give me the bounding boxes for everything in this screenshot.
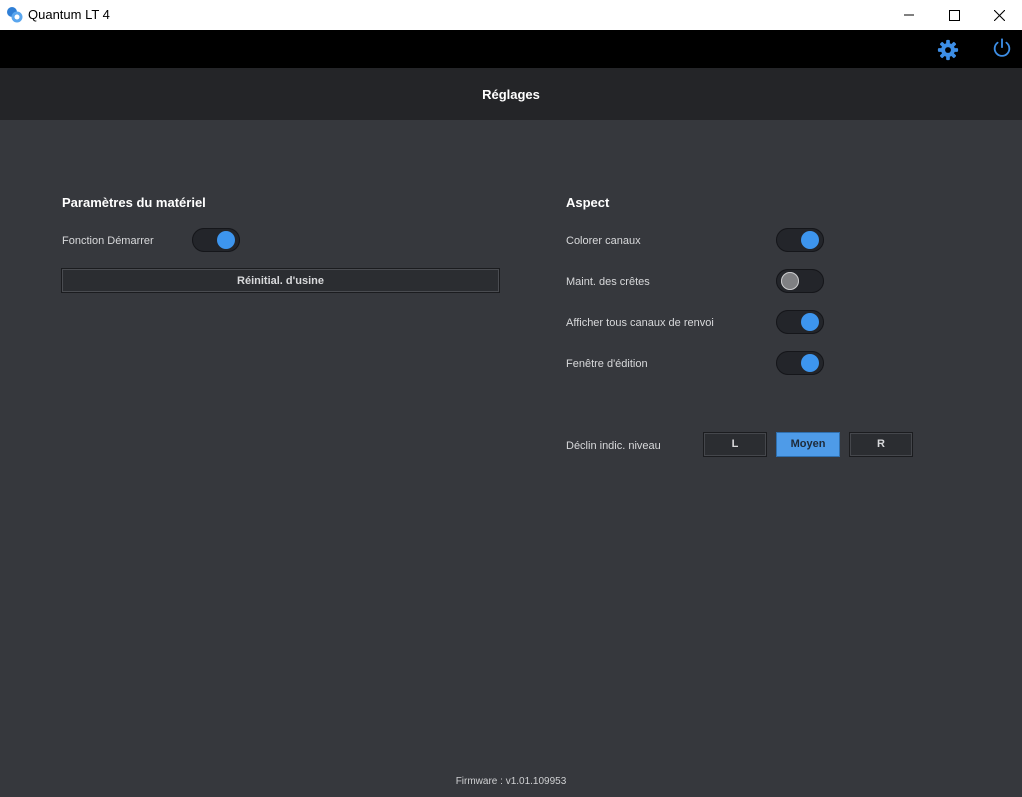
color-channels-label: Colorer canaux <box>566 235 641 247</box>
edit-window-toggle[interactable] <box>776 351 824 375</box>
power-icon[interactable] <box>991 37 1013 59</box>
app-window: Quantum LT 4 Réglages Paramètres du maté… <box>0 0 1022 797</box>
toggle-knob <box>781 272 799 290</box>
peak-hold-label: Maint. des crêtes <box>566 276 650 288</box>
toggle-knob <box>217 231 235 249</box>
app-logo-icon <box>7 7 23 23</box>
level-decay-option-slow[interactable]: L <box>703 432 767 457</box>
toggle-knob <box>801 354 819 372</box>
close-button[interactable] <box>976 0 1022 30</box>
page-header: Réglages <box>0 68 1022 120</box>
edit-window-label: Fenêtre d'édition <box>566 358 648 370</box>
level-decay-option-fast[interactable]: R <box>849 432 913 457</box>
hardware-section-title: Paramètres du matériel <box>62 195 206 210</box>
toggle-knob <box>801 231 819 249</box>
minimize-icon <box>904 14 914 16</box>
page-title: Réglages <box>482 87 540 102</box>
start-function-label: Fonction Démarrer <box>62 235 154 247</box>
peak-hold-toggle[interactable] <box>776 269 824 293</box>
start-function-toggle[interactable] <box>192 228 240 252</box>
maximize-button[interactable] <box>931 0 977 30</box>
maximize-icon <box>948 9 960 21</box>
level-decay-option-medium[interactable]: Moyen <box>776 432 840 457</box>
show-all-sends-label: Afficher tous canaux de renvoi <box>566 317 714 329</box>
level-decay-label: Déclin indic. niveau <box>566 440 661 452</box>
minimize-button[interactable] <box>886 0 932 30</box>
firmware-version: Firmware : v1.01.109953 <box>455 776 567 787</box>
top-toolbar <box>0 30 1022 68</box>
toggle-knob <box>801 313 819 331</box>
aspect-section-title: Aspect <box>566 195 610 210</box>
close-icon <box>993 9 1005 21</box>
show-all-sends-toggle[interactable] <box>776 310 824 334</box>
gear-icon[interactable] <box>937 39 959 61</box>
title-bar: Quantum LT 4 <box>0 0 1022 30</box>
color-channels-toggle[interactable] <box>776 228 824 252</box>
factory-reset-button[interactable]: Réinitial. d'usine <box>61 268 500 293</box>
window-title: Quantum LT 4 <box>28 7 110 22</box>
